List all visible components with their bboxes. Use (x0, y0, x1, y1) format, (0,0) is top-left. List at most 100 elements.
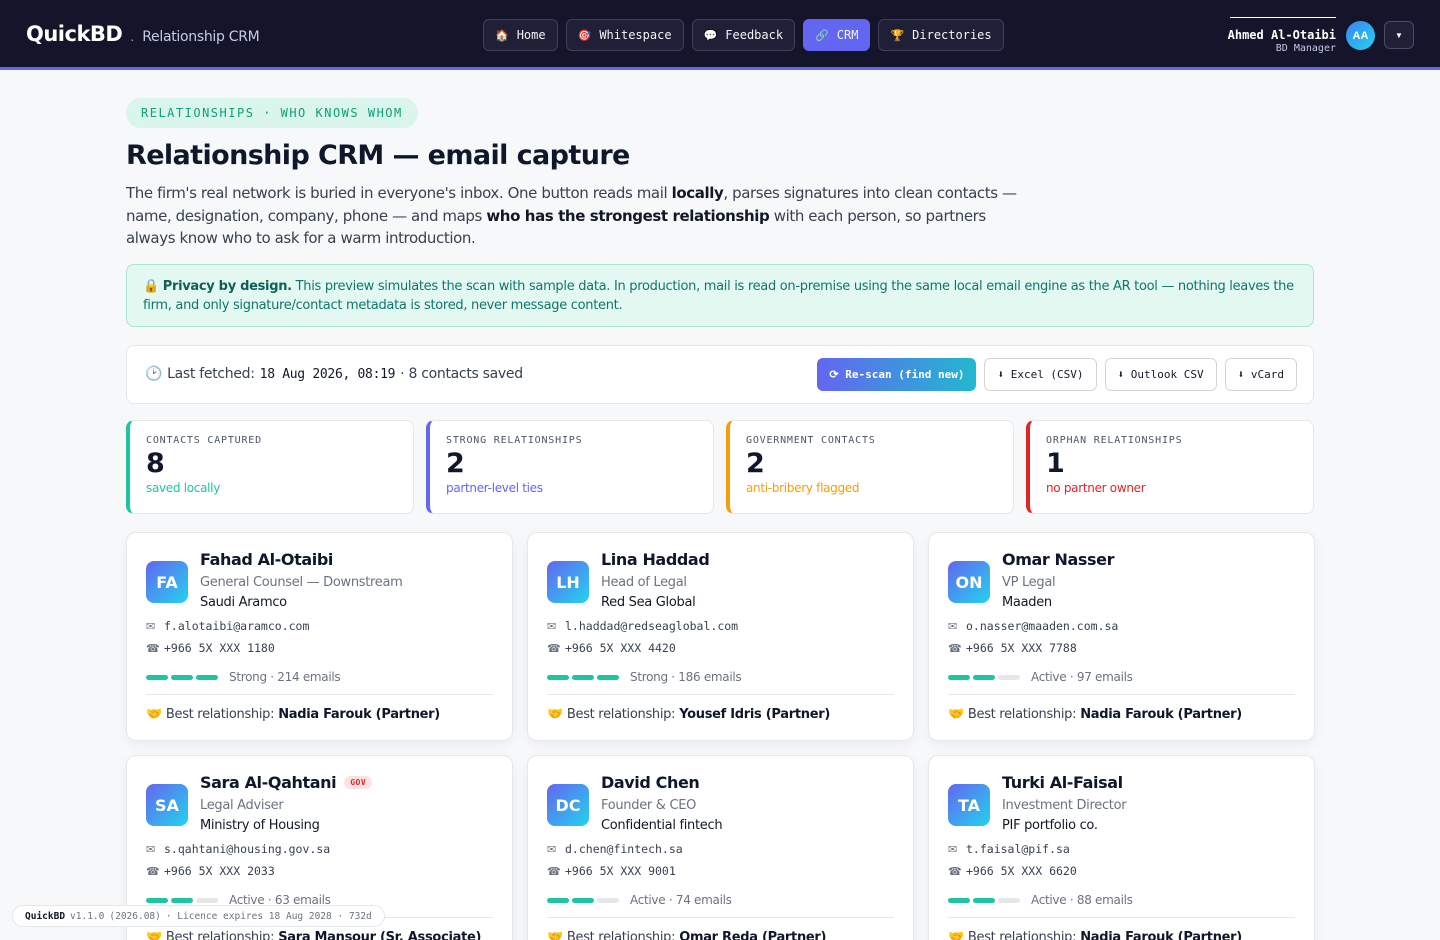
stat-label: CONTACTS CAPTURED (146, 435, 262, 446)
contact-phone-text: +966 5X XXX 4420 (565, 641, 676, 655)
contact-avatar: DC (547, 784, 589, 826)
card-divider (948, 917, 1295, 918)
export-vcard-button[interactable]: ⬇ vCard (1224, 358, 1297, 391)
stats-row: CONTACTS CAPTURED 8 saved locally STRONG… (126, 420, 1314, 514)
relationship-strength: Active · 97 emails (948, 670, 1133, 684)
contact-phone[interactable]: ☎ +966 5X XXX 7788 (948, 641, 1077, 655)
contact-email[interactable]: ✉ t.faisal@pif.sa (948, 842, 1070, 856)
export-actions: ⟳ Re-scan (find new) ⬇ Excel (CSV) ⬇ Out… (817, 358, 1297, 391)
lock-icon: 🔒 (143, 279, 159, 294)
contact-email[interactable]: ✉ f.alotaibi@aramco.com (146, 619, 309, 633)
fetch-status: 🕑 Last fetched: 18 Aug 2026, 08:19 · 8 c… (145, 366, 523, 382)
stat-value: 2 (446, 448, 465, 479)
contact-card[interactable]: ON Omar Nasser VP Legal Maaden ✉ o.nasser… (928, 532, 1315, 741)
contact-name: Sara Al-Qahtani GOV (200, 773, 373, 792)
contact-phone-text: +966 5X XXX 9001 (565, 864, 676, 878)
footer-app-name: QuickBD (25, 910, 66, 922)
contact-name: Lina Haddad (601, 550, 710, 569)
contact-email-text: t.faisal@pif.sa (966, 842, 1070, 856)
brand-name: QuickBD (26, 22, 123, 46)
best-relationship: 🤝 Best relationship: Omar Reda (Partner) (547, 930, 826, 940)
contact-email[interactable]: ✉ s.qahtani@housing.gov.sa (146, 842, 330, 856)
user-role: BD Manager (1275, 43, 1336, 54)
contact-avatar: FA (146, 561, 188, 603)
best-relationship: 🤝 Best relationship: Sara Mansour (Sr. Ass… (146, 930, 481, 940)
contact-company: PIF portfolio co. (1002, 818, 1098, 833)
contact-role: Head of Legal (601, 575, 687, 590)
brand-subtitle: Relationship CRM (142, 29, 260, 45)
contact-email-text: f.alotaibi@aramco.com (164, 619, 310, 633)
envelope-icon: ✉ (948, 842, 958, 856)
target-icon: 🎯 (577, 28, 592, 42)
contact-email[interactable]: ✉ o.nasser@maaden.com.sa (948, 619, 1118, 633)
contact-card[interactable]: DC David Chen Founder & CEO Confidential… (527, 755, 914, 940)
fetch-date: 18 Aug 2026, 08:19 (259, 366, 396, 382)
export-outlook-button[interactable]: ⬇ Outlook CSV (1104, 358, 1217, 391)
strength-segment (146, 897, 168, 903)
stat-orphan-relationships: ORPHAN RELATIONSHIPS 1 no partner owner (1026, 420, 1314, 514)
best-relationship-label: Best relationship: (566, 930, 676, 940)
strength-segment (998, 897, 1020, 903)
privacy-notice: 🔒 Privacy by design. This preview simula… (126, 264, 1314, 327)
version-footer: QuickBD v1.1.0 (2026.08) · Licence expir… (12, 905, 385, 927)
privacy-text: This preview simulates the scan with sam… (143, 279, 1294, 313)
nav-label: Feedback (725, 28, 784, 42)
government-badge: GOV (344, 776, 373, 789)
relationship-strength: Active · 88 emails (948, 893, 1133, 907)
phone-icon: ☎ (948, 864, 962, 878)
export-excel-button[interactable]: ⬇ Excel (CSV) (984, 358, 1097, 391)
relationship-strength: Active · 74 emails (547, 893, 732, 907)
best-relationship-label: Best relationship: (967, 707, 1077, 722)
user-menu-button[interactable]: ▼ (1384, 21, 1414, 49)
contact-card[interactable]: LH Lina Haddad Head of Legal Red Sea Glo… (527, 532, 914, 741)
contact-name-text: David Chen (601, 773, 700, 792)
contact-phone[interactable]: ☎ +966 5X XXX 9001 (547, 864, 676, 878)
stat-strong-relationships: STRONG RELATIONSHIPS 2 partner-level tie… (426, 420, 714, 514)
nav-feedback-button[interactable]: 💬 Feedback (691, 19, 796, 51)
best-relationship: 🤝 Best relationship: Nadia Farouk (Partner… (948, 930, 1242, 940)
strength-label: Strong · 186 emails (630, 670, 742, 684)
rescan-button[interactable]: ⟳ Re-scan (find new) (817, 358, 977, 391)
strength-segment (196, 897, 218, 903)
nav-crm-button[interactable]: 🔗 CRM (803, 19, 871, 51)
footer-build: (2026.08) (109, 910, 161, 922)
contact-phone-text: +966 5X XXX 7788 (966, 641, 1077, 655)
strength-segment (948, 674, 970, 680)
home-icon: 🏠 (495, 28, 509, 42)
stat-note: anti-bribery flagged (746, 481, 860, 495)
contact-phone[interactable]: ☎ +966 5X XXX 4420 (547, 641, 676, 655)
strength-segment (146, 674, 168, 680)
phone-icon: ☎ (948, 641, 962, 655)
brand-separator: . (130, 28, 135, 44)
contact-company: Confidential fintech (601, 818, 723, 833)
strength-segment (547, 674, 569, 680)
stat-label: GOVERNMENT CONTACTS (746, 435, 876, 446)
contact-role: Legal Adviser (200, 798, 284, 813)
contact-role: VP Legal (1002, 575, 1056, 590)
envelope-icon: ✉ (146, 842, 156, 856)
contact-email[interactable]: ✉ l.haddad@redseaglobal.com (547, 619, 738, 633)
contact-phone[interactable]: ☎ +966 5X XXX 2033 (146, 864, 275, 878)
contact-card[interactable]: FA Fahad Al-Otaibi General Counsel — Dow… (126, 532, 513, 741)
strength-segment (597, 897, 619, 903)
contact-phone-text: +966 5X XXX 6620 (966, 864, 1077, 878)
best-relationship-label: Best relationship: (967, 930, 1077, 940)
best-relationship-owner: Nadia Farouk (Partner) (278, 707, 440, 722)
contact-phone-text: +966 5X XXX 2033 (164, 864, 275, 878)
envelope-icon: ✉ (547, 842, 557, 856)
envelope-icon: ✉ (547, 619, 557, 633)
nav-directories-button[interactable]: 🏆 Directories (878, 19, 1004, 51)
best-relationship-owner: Nadia Farouk (Partner) (1080, 707, 1242, 722)
nav-whitespace-button[interactable]: 🎯 Whitespace (565, 19, 684, 51)
contact-email[interactable]: ✉ d.chen@fintech.sa (547, 842, 683, 856)
page-title: Relationship CRM — email capture (126, 140, 630, 171)
user-avatar[interactable]: AA (1346, 21, 1375, 50)
contact-phone[interactable]: ☎ +966 5X XXX 6620 (948, 864, 1077, 878)
stat-note: partner-level ties (446, 481, 543, 495)
brand[interactable]: QuickBD . Relationship CRM (26, 22, 260, 46)
strength-segment (572, 674, 594, 680)
contact-phone[interactable]: ☎ +966 5X XXX 1180 (146, 641, 275, 655)
nav-home-button[interactable]: 🏠 Home (483, 19, 558, 51)
card-divider (146, 694, 493, 695)
contact-card[interactable]: TA Turki Al-Faisal Investment Director P… (928, 755, 1315, 940)
